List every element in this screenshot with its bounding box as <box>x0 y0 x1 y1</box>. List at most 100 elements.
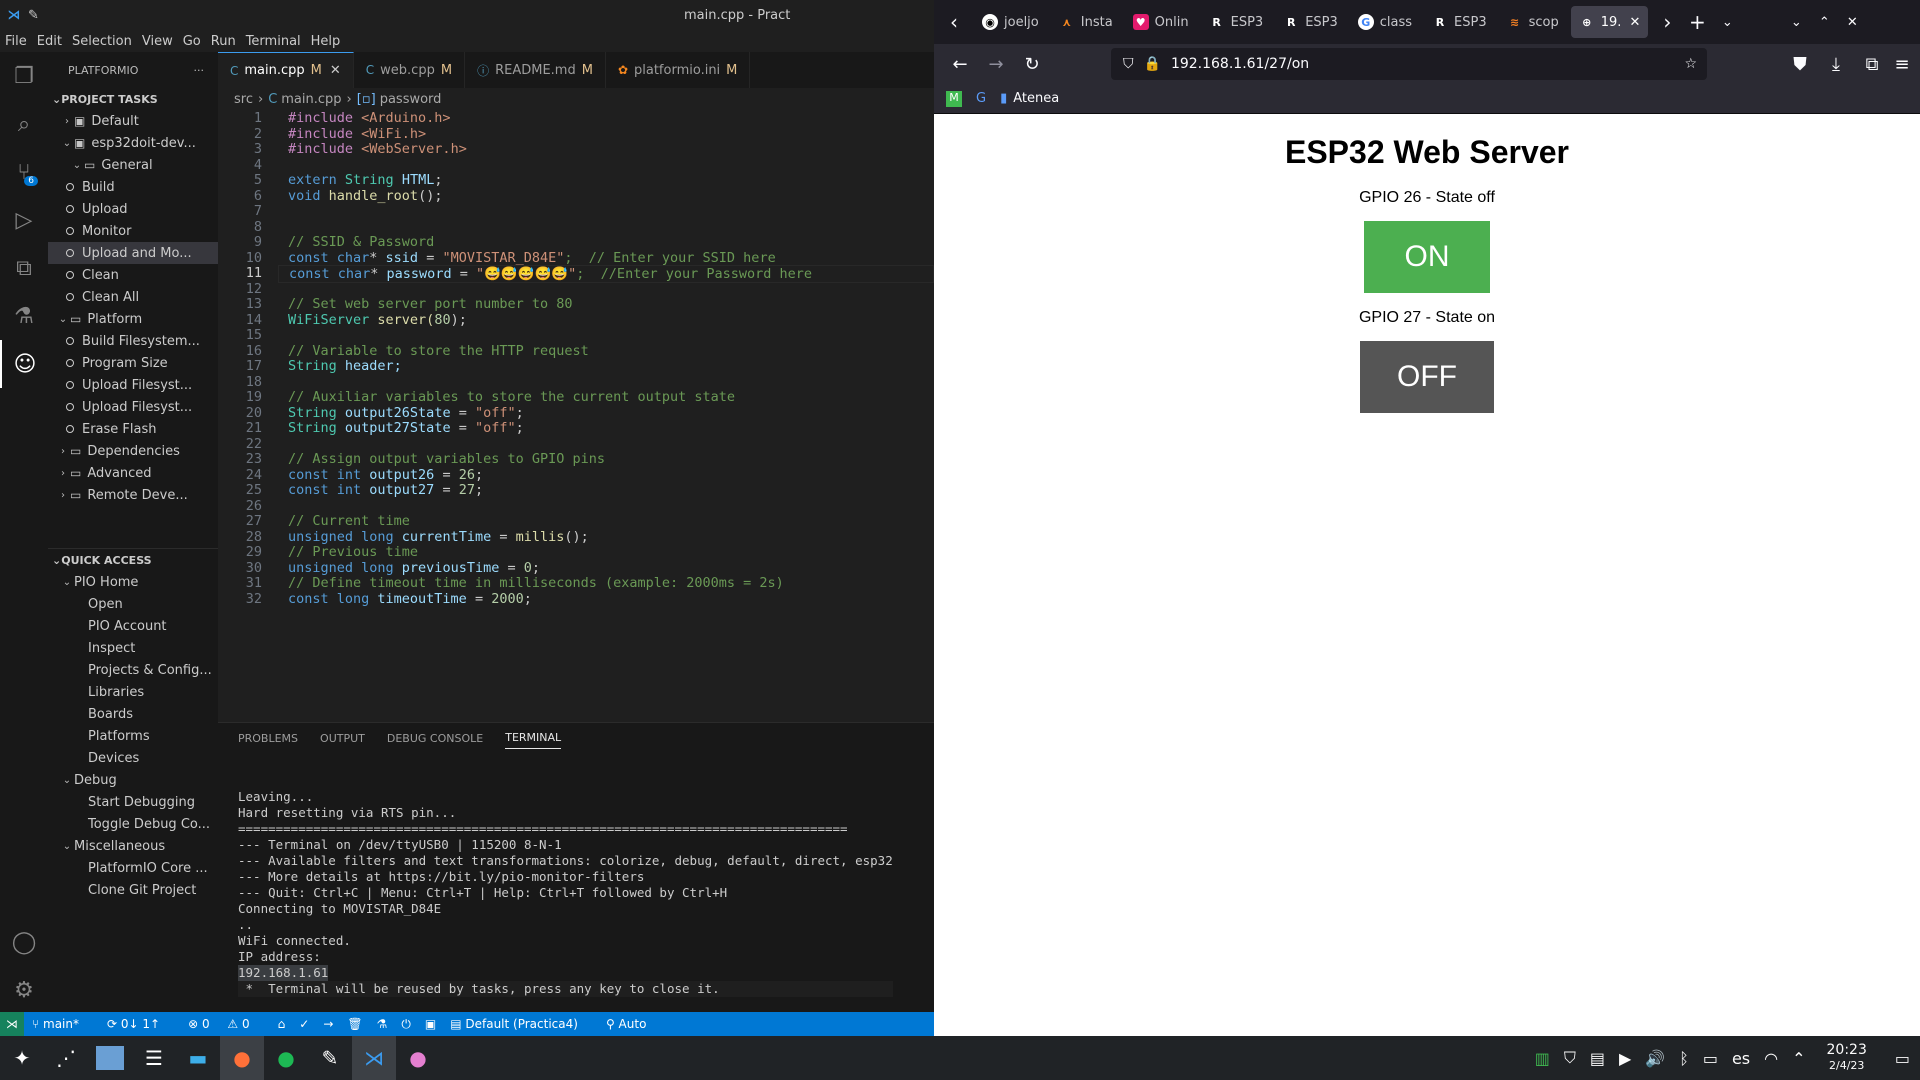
tab-main-cpp[interactable]: Cmain.cpp M ✕ <box>218 52 354 88</box>
pocket-icon[interactable]: ⛊ <box>1782 54 1818 75</box>
tab-web-cpp[interactable]: Cweb.cpp M <box>354 52 466 88</box>
task-advanced[interactable]: › ▭ Advanced <box>48 462 218 484</box>
gpio27-off-button[interactable]: OFF <box>1360 341 1494 413</box>
spotify-icon[interactable]: ● <box>264 1036 308 1080</box>
explorer-icon[interactable]: ❐ <box>0 52 48 100</box>
pio-build-icon[interactable]: ✓ <box>299 1017 309 1031</box>
qa-pio-account[interactable]: PIO Account <box>48 615 218 637</box>
task-platform[interactable]: ⌄ ▭ Platform <box>48 308 218 330</box>
tray-media-icon[interactable]: ▶ <box>1619 1049 1631 1068</box>
back-icon[interactable]: ← <box>942 54 978 75</box>
browser-tab-online[interactable]: ♥ Onlin <box>1125 6 1197 38</box>
port-selector[interactable]: ⚲ Auto <box>606 1017 660 1031</box>
qa-pio-core[interactable]: PlatformIO Core ... <box>48 857 218 879</box>
browser-tab-class[interactable]: Gclass <box>1350 6 1420 38</box>
qa-clone-git[interactable]: Clone Git Project <box>48 879 218 901</box>
menu-view[interactable]: View <box>137 34 178 49</box>
task-build-fs[interactable]: Build Filesystem... <box>48 330 218 352</box>
task-monitor[interactable]: Monitor <box>48 220 218 242</box>
extensions-icon[interactable]: ⧉ <box>0 244 48 292</box>
env-selector[interactable]: ▤ Default (Practica4) <box>450 1017 592 1031</box>
accounts-icon[interactable]: ◯ <box>0 918 48 966</box>
tray-volume-icon[interactable]: 🔊 <box>1645 1049 1665 1068</box>
browser-tab-esp3-2[interactable]: R ESP3 <box>1275 6 1346 38</box>
task-esp32doit[interactable]: ⌄ ▣ esp32doit-dev... <box>48 132 218 154</box>
app-launcher-icon[interactable]: ✦ <box>0 1036 44 1080</box>
task-upload-fs-1[interactable]: Upload Filesyst... <box>48 374 218 396</box>
tab-readme[interactable]: ⓘ README.md M <box>465 52 606 88</box>
tray-clipboard-icon[interactable]: ▤ <box>1590 1049 1605 1068</box>
tray-expand-icon[interactable]: ⌃ <box>1792 1049 1805 1068</box>
task-upload[interactable]: Upload <box>48 198 218 220</box>
testing-icon[interactable]: ⚗ <box>0 292 48 340</box>
task-erase-flash[interactable]: Erase Flash <box>48 418 218 440</box>
tab-debug-console[interactable]: DEBUG CONSOLE <box>387 732 483 749</box>
tray-m-icon[interactable]: ▥ <box>1535 1049 1550 1068</box>
qa-projects[interactable]: Projects & Config... <box>48 659 218 681</box>
qa-toggle-debug[interactable]: Toggle Debug Co... <box>48 813 218 835</box>
tab-problems[interactable]: PROBLEMS <box>238 732 298 749</box>
clock[interactable]: 20:23 2/4/23 <box>1820 1043 1874 1073</box>
browser-tab-active[interactable]: ⊕ 19. ✕ <box>1570 6 1649 38</box>
sync-indicator[interactable]: ⟳ 0↓ 1↑ <box>107 1017 174 1031</box>
overview-icon[interactable]: ⋰ <box>44 1036 88 1080</box>
qa-libraries[interactable]: Libraries <box>48 681 218 703</box>
tray-bluetooth-icon[interactable]: ᛒ <box>1679 1049 1689 1068</box>
tab-terminal[interactable]: TERMINAL <box>505 731 562 749</box>
tray-wifi-icon[interactable]: ◠ <box>1764 1049 1778 1068</box>
quick-access-section[interactable]: ⌄ QUICK ACCESS <box>48 549 218 571</box>
task-clean[interactable]: Clean <box>48 264 218 286</box>
task-upload-fs-2[interactable]: Upload Filesyst... <box>48 396 218 418</box>
qa-inspect[interactable]: Inspect <box>48 637 218 659</box>
qa-boards[interactable]: Boards <box>48 703 218 725</box>
text-editor-icon[interactable]: ✎ <box>308 1036 352 1080</box>
qa-open[interactable]: Open <box>48 593 218 615</box>
qa-devices[interactable]: Devices <box>48 747 218 769</box>
close-icon[interactable]: ✕ <box>1629 15 1640 30</box>
hamburger-menu-icon[interactable]: ≡ <box>1884 54 1920 75</box>
url-bar[interactable]: ⛉ 🔒 192.168.1.61/27/on ☆ <box>1111 48 1707 80</box>
problems-indicator[interactable]: ⊗ 0 ⚠ 0 <box>188 1017 264 1031</box>
source-control-icon[interactable]: ⑂ 6 <box>0 148 48 196</box>
task-dependencies[interactable]: › ▭ Dependencies <box>48 440 218 462</box>
qa-start-debugging[interactable]: Start Debugging <box>48 791 218 813</box>
menu-selection[interactable]: Selection <box>67 34 137 49</box>
gpio26-on-button[interactable]: ON <box>1364 221 1490 293</box>
menu-edit[interactable]: Edit <box>32 34 67 49</box>
forward-icon[interactable]: → <box>978 54 1014 75</box>
pio-monitor-icon[interactable]: ⏻ <box>401 1017 411 1032</box>
qa-misc[interactable]: ⌄ Miscellaneous <box>48 835 218 857</box>
run-debug-icon[interactable]: ▷ <box>0 196 48 244</box>
downloads-icon[interactable]: ⤓ <box>1818 54 1854 75</box>
pio-test-icon[interactable]: ⚗ <box>377 1017 388 1031</box>
bookmark-m-icon[interactable]: M <box>946 90 962 107</box>
qa-platforms[interactable]: Platforms <box>48 725 218 747</box>
bookmark-atenea[interactable]: ▮ Atenea <box>1000 91 1059 106</box>
bookmark-star-icon[interactable]: ☆ <box>1684 56 1697 72</box>
desktop-pager-icon[interactable] <box>88 1036 132 1080</box>
branch-indicator[interactable]: ⑂ main* <box>32 1017 93 1031</box>
task-general[interactable]: ⌄ ▭ General <box>48 154 218 176</box>
pin-icon[interactable]: ✎ <box>28 8 39 23</box>
reload-icon[interactable]: ↻ <box>1014 54 1050 75</box>
browser-tab-scope[interactable]: ≋ scop <box>1499 6 1567 38</box>
more-actions-icon[interactable]: ··· <box>194 64 205 77</box>
close-icon[interactable]: ✕ <box>330 63 341 78</box>
window-close-icon[interactable]: ✕ <box>1838 15 1866 30</box>
chevron-left-icon[interactable]: ‹ <box>934 10 974 34</box>
tray-display-icon[interactable]: ▭ <box>1703 1049 1718 1068</box>
menu-help[interactable]: Help <box>306 34 346 49</box>
file-manager-icon[interactable]: ▬ <box>176 1036 220 1080</box>
platformio-icon[interactable]: ☺ <box>0 340 48 388</box>
menu-file[interactable]: File <box>0 34 32 49</box>
qa-pio-home[interactable]: ⌄ PIO Home <box>48 571 218 593</box>
new-tab-icon[interactable]: + <box>1682 10 1712 34</box>
browser-tab-esp3-1[interactable]: R ESP3 <box>1201 6 1272 38</box>
task-clean-all[interactable]: Clean All <box>48 286 218 308</box>
breadcrumb-folder[interactable]: src <box>234 92 253 107</box>
system-settings-icon[interactable]: ☰ <box>132 1036 176 1080</box>
breadcrumb-file[interactable]: main.cpp <box>281 92 341 107</box>
firefox-icon[interactable]: ● <box>220 1036 264 1080</box>
keyboard-layout[interactable]: es <box>1732 1049 1750 1068</box>
pio-home-icon[interactable]: ⌂ <box>278 1017 286 1031</box>
